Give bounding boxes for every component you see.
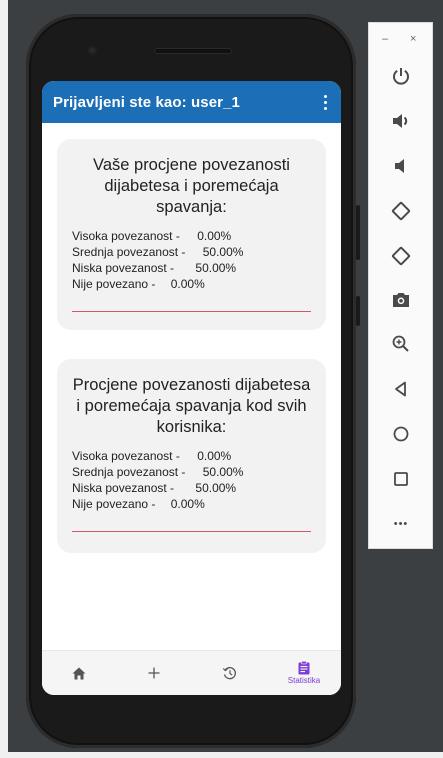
- nav-home[interactable]: [49, 651, 109, 695]
- home-icon: [72, 667, 86, 679]
- card-title: Vaše procjene povezanosti dijabetesa i p…: [93, 156, 290, 216]
- stat-row: Nije povezano - 0.00%: [72, 276, 311, 292]
- front-camera: [88, 46, 97, 55]
- nav-statistics[interactable]: Statistika: [274, 651, 334, 695]
- back-icon: [395, 381, 406, 397]
- stat-label: Niska povezanost -: [72, 481, 175, 495]
- volume-down-button[interactable]: [388, 153, 414, 179]
- personal-stats-card: Vaše procjene povezanosti dijabetesa i p…: [57, 139, 326, 330]
- power-icon: [393, 68, 409, 85]
- clipboard-icon: [298, 661, 310, 675]
- stat-value: 0.00%: [170, 497, 205, 511]
- stat-value: 0.00%: [197, 449, 232, 463]
- zoom-button[interactable]: [388, 331, 414, 357]
- home-circle-icon: [393, 426, 409, 442]
- stat-value: 50.00%: [195, 481, 237, 495]
- minimize-button[interactable]: –: [382, 33, 388, 45]
- rotate-left-icon: [391, 201, 411, 221]
- app-bar-title: Prijavljeni ste kao: user_1: [53, 93, 240, 111]
- stat-label: Visoka povezanost -: [72, 449, 180, 463]
- nav-history[interactable]: [199, 651, 259, 695]
- stat-label: Nije povezano -: [72, 497, 156, 511]
- card-divider: [72, 311, 311, 312]
- overview-button[interactable]: [388, 466, 414, 492]
- stat-label: Niska povezanost -: [72, 261, 175, 275]
- history-icon: [222, 667, 236, 680]
- rotate-right-icon: [391, 246, 411, 266]
- phone-side-button: [356, 205, 360, 260]
- power-button[interactable]: [388, 63, 414, 89]
- stat-value: 50.00%: [195, 261, 237, 275]
- stat-row: Niska povezanost - 50.00%: [72, 260, 311, 276]
- stat-value: 0.00%: [170, 277, 205, 291]
- stat-label: Nije povezano -: [72, 277, 156, 291]
- card-divider: [72, 531, 311, 532]
- stat-row: Srednja povezanost - 50.00%: [72, 464, 311, 480]
- emulator-toolbar: – × •••: [368, 22, 433, 549]
- camera-icon: [393, 293, 409, 307]
- overview-icon: [394, 472, 408, 486]
- stat-row: Nije povezano - 0.00%: [72, 496, 311, 512]
- earpiece-speaker: [154, 48, 232, 54]
- all-users-stats-card: Procjene povezanosti dijabetesa i poreme…: [57, 359, 326, 553]
- more-icon: •••: [393, 518, 409, 530]
- screenshot-button[interactable]: [388, 287, 414, 313]
- stat-row: Visoka povezanost - 0.00%: [72, 228, 311, 244]
- stat-label: Visoka povezanost -: [72, 229, 180, 243]
- toolbar-window-controls: – ×: [369, 33, 432, 47]
- app-bar: Prijavljeni ste kao: user_1: [42, 81, 341, 123]
- stat-value: 0.00%: [197, 229, 232, 243]
- volume-down-icon: [395, 159, 404, 173]
- more-button[interactable]: •••: [388, 511, 414, 537]
- stat-label: Srednja povezanost -: [72, 245, 186, 259]
- card-title: Procjene povezanosti dijabetesa i poreme…: [72, 376, 311, 436]
- window-edge-left: [0, 0, 8, 758]
- rotate-left-button[interactable]: [388, 198, 414, 224]
- stat-value: 50.00%: [202, 465, 244, 479]
- home-button[interactable]: [388, 421, 414, 447]
- phone-screen: Prijavljeni ste kao: user_1 Vaše procjen…: [42, 81, 341, 695]
- plus-icon: [148, 667, 160, 679]
- bottom-navigation: Statistika: [42, 650, 341, 695]
- volume-up-button[interactable]: [388, 108, 414, 134]
- stat-row: Srednja povezanost - 50.00%: [72, 244, 311, 260]
- stat-value: 50.00%: [202, 245, 244, 259]
- stat-row: Niska povezanost - 50.00%: [72, 480, 311, 496]
- volume-up-icon: [393, 114, 408, 128]
- overflow-menu-icon[interactable]: [319, 92, 331, 112]
- close-button[interactable]: ×: [410, 33, 416, 45]
- phone-side-button: [356, 296, 360, 326]
- window-edge-bottom: [0, 752, 443, 758]
- stat-row: Visoka povezanost - 0.00%: [72, 448, 311, 464]
- rotate-right-button[interactable]: [388, 243, 414, 269]
- nav-add[interactable]: [124, 651, 184, 695]
- nav-statistics-label: Statistika: [287, 676, 321, 685]
- stat-label: Srednja povezanost -: [72, 465, 186, 479]
- back-button[interactable]: [388, 376, 414, 402]
- zoom-icon: [392, 335, 409, 352]
